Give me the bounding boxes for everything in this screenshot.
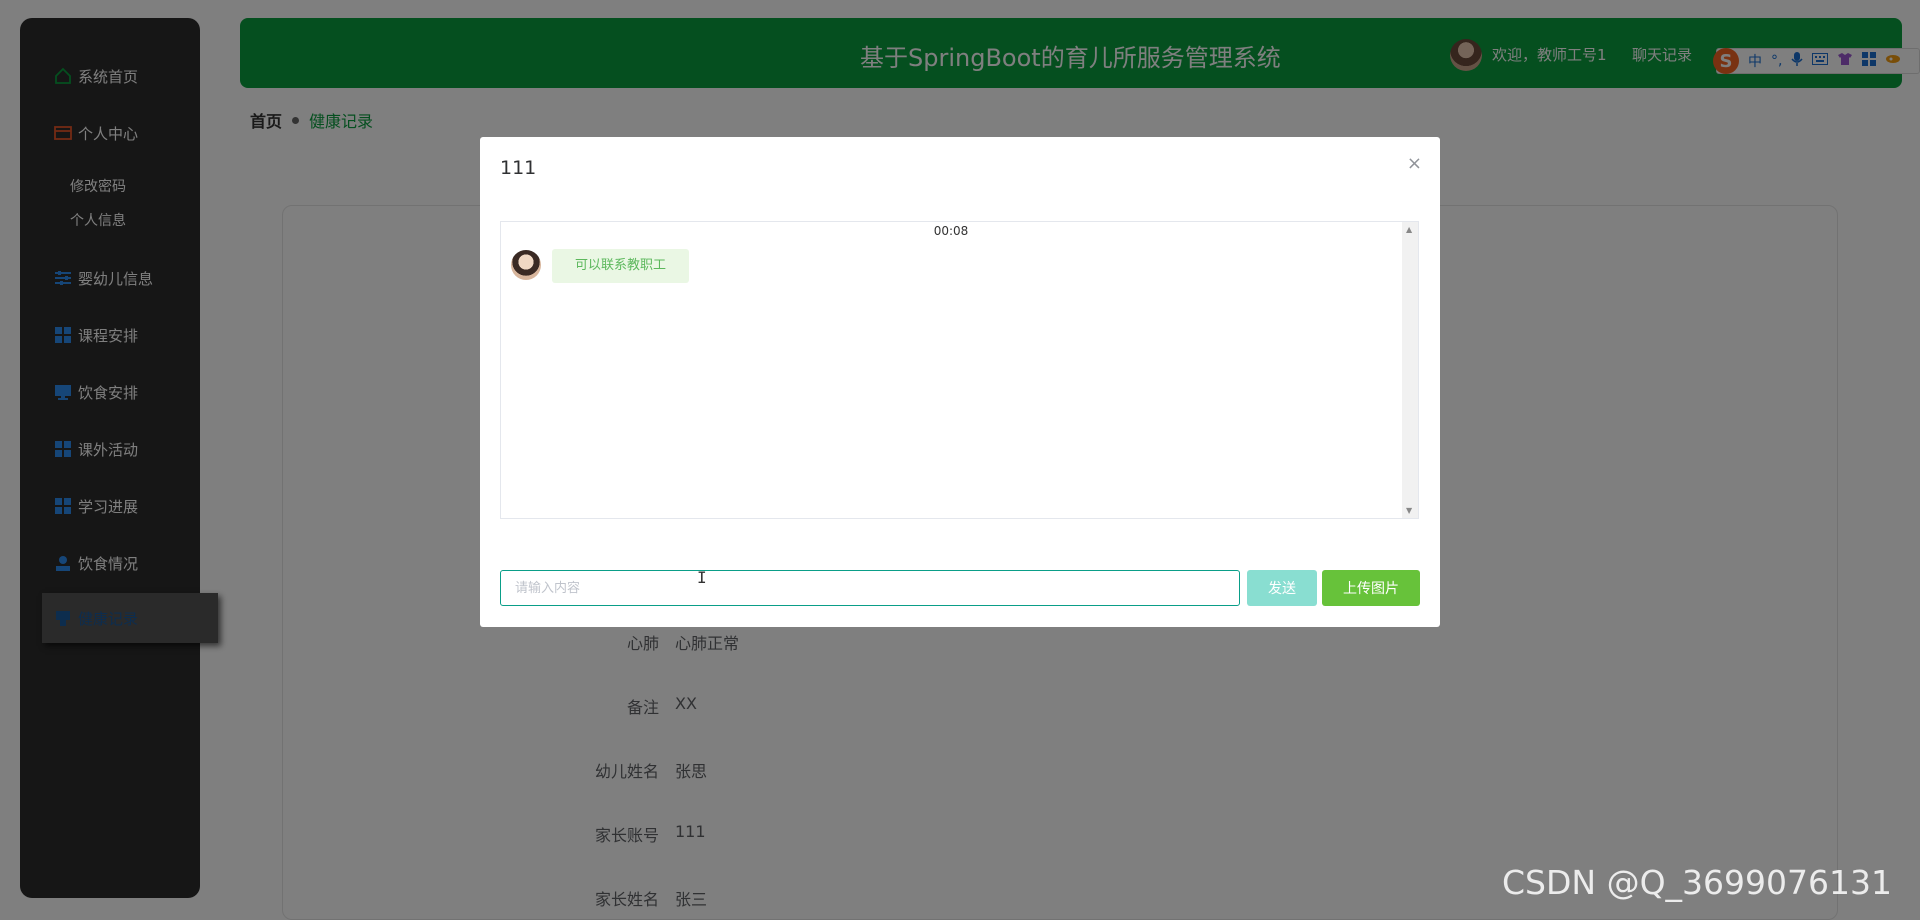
message-timestamp: 00:08 (933, 224, 969, 238)
watermark: CSDN @Q_3699076131 (1502, 863, 1893, 902)
message-input[interactable] (500, 570, 1240, 606)
upload-image-button[interactable]: 上传图片 (1322, 570, 1420, 606)
scroll-down-icon[interactable]: ▼ (1406, 506, 1412, 515)
chat-dialog: 111 × 00:08 可以联系教职工 ▲ ▼ 发送 上传图片 (480, 137, 1440, 627)
chat-message-area[interactable]: 00:08 可以联系教职工 ▲ ▼ (500, 221, 1419, 519)
dialog-title: 111 (500, 157, 537, 179)
send-button[interactable]: 发送 (1247, 570, 1317, 606)
message-bubble: 可以联系教职工 (552, 249, 690, 283)
text-cursor-icon: I (697, 568, 707, 587)
avatar (511, 250, 541, 280)
chat-scrollbar[interactable]: ▲ ▼ (1402, 222, 1418, 518)
scroll-up-icon[interactable]: ▲ (1406, 225, 1412, 234)
close-icon[interactable]: × (1407, 153, 1422, 174)
